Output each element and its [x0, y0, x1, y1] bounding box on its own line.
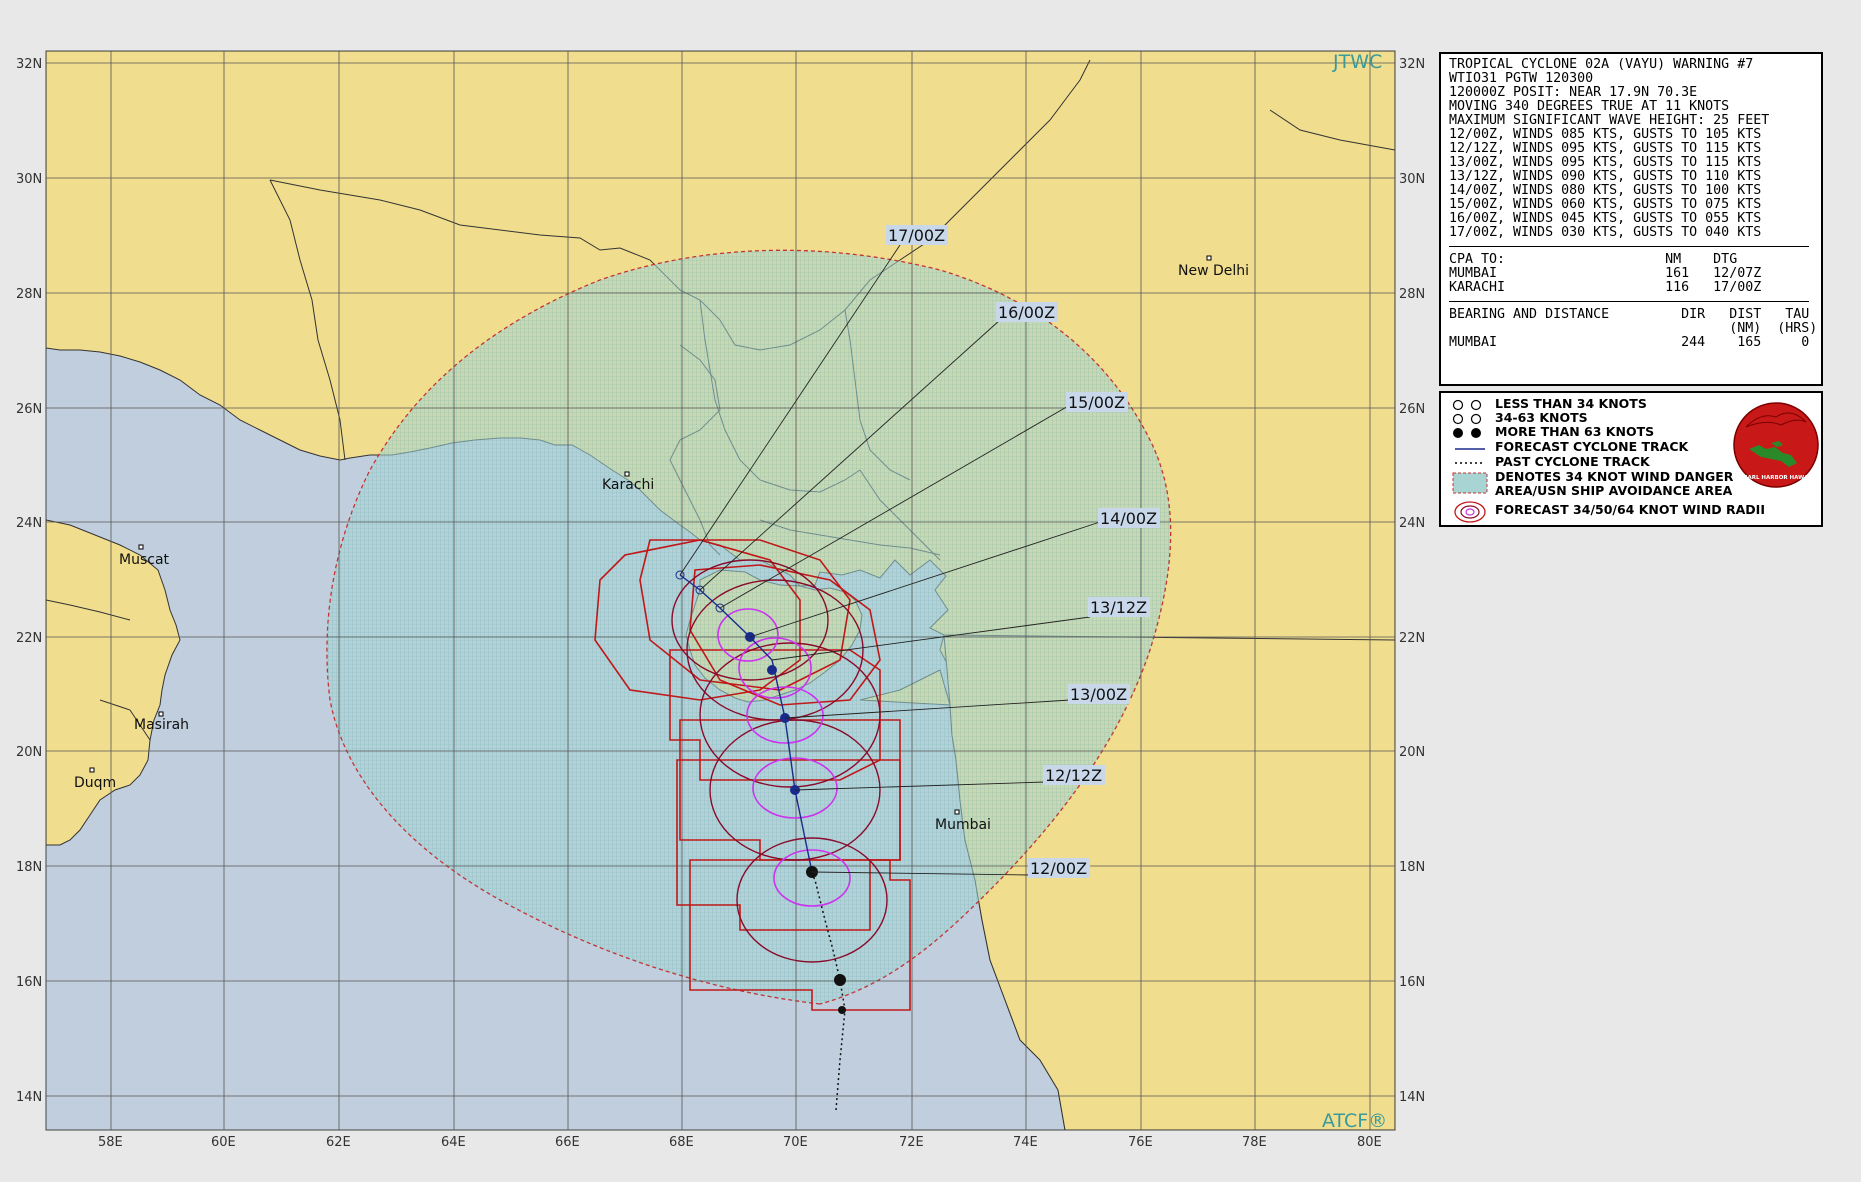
legend-item: PAST CYCLONE TRACK	[1495, 454, 1650, 469]
lat-label-right: 22N	[1399, 631, 1425, 646]
warning-line: 13/00Z, WINDS 095 KTS, GUSTS TO 115 KTS	[1449, 155, 1762, 170]
lat-label-right: 24N	[1399, 516, 1425, 531]
lat-label-left: 28N	[16, 287, 42, 302]
lat-label-left: 26N	[16, 402, 42, 417]
lon-label: 66E	[555, 1135, 580, 1150]
warning-info-panel: TROPICAL CYCLONE 02A (VAYU) WARNING #7 WT…	[1439, 52, 1823, 386]
legend-icons	[1452, 399, 1488, 523]
dtg-16-00z: 16/00Z	[998, 303, 1055, 322]
lon-label: 62E	[326, 1135, 351, 1150]
legend-item: MORE THAN 63 KNOTS	[1495, 424, 1655, 439]
dtg-13-00z: 13/00Z	[1070, 685, 1127, 704]
dtg-12-00z: 12/00Z	[1030, 859, 1087, 878]
lat-label-right: 28N	[1399, 287, 1425, 302]
lon-label: 80E	[1357, 1135, 1382, 1150]
lon-label: 60E	[211, 1135, 236, 1150]
legend-item: LESS THAN 34 KNOTS	[1495, 396, 1647, 411]
lat-label-left: 14N	[16, 1090, 42, 1105]
lat-label-right: 18N	[1399, 860, 1425, 875]
lat-label-right: 16N	[1399, 975, 1425, 990]
legend-item: 34-63 KNOTS	[1495, 410, 1588, 425]
lat-label-left: 22N	[16, 631, 42, 646]
legend-item: DENOTES 34 KNOT WIND DANGER	[1495, 469, 1734, 484]
lon-label: 68E	[669, 1135, 694, 1150]
34-63-icon	[1452, 413, 1464, 425]
warning-line: 16/00Z, WINDS 045 KTS, GUSTS TO 055 KTS	[1449, 211, 1762, 226]
warning-lines: TROPICAL CYCLONE 02A (VAYU) WARNING #7 WT…	[1449, 58, 1813, 240]
lat-label-left: 32N	[16, 57, 42, 72]
city-duqm: Duqm	[74, 775, 116, 791]
brand-jtwc: JTWC	[1332, 51, 1382, 73]
lat-label-left: 24N	[16, 516, 42, 531]
cpa-row: KARACHI 116 17/00Z	[1449, 280, 1762, 295]
lon-labels: 58E 60E 62E 64E 66E 68E 70E 72E 74E 76E 78E 80E	[98, 1135, 1382, 1150]
bearing-header: BEARING AND DISTANCE DIR DIST TAU	[1449, 307, 1810, 322]
lat-label-left: 20N	[16, 745, 42, 760]
dtg-13-12z: 13/12Z	[1090, 598, 1147, 617]
warning-line: MAXIMUM SIGNIFICANT WAVE HEIGHT: 25 FEET	[1449, 113, 1770, 128]
divider	[1449, 246, 1809, 247]
lon-label: 76E	[1128, 1135, 1153, 1150]
lon-label: 78E	[1242, 1135, 1267, 1150]
lon-label: 74E	[1013, 1135, 1038, 1150]
lat-label-left: 30N	[16, 172, 42, 187]
legend-item: FORECAST CYCLONE TRACK	[1495, 439, 1689, 454]
warning-line: 17/00Z, WINDS 030 KTS, GUSTS TO 040 KTS	[1449, 225, 1762, 240]
seal-subtext: PEARL HARBOR HAWAII	[1740, 475, 1813, 481]
bearing-row: MUMBAI 244 165 0	[1449, 335, 1810, 350]
warning-line: MOVING 340 DEGREES TRUE AT 11 KNOTS	[1449, 99, 1730, 114]
lat-label-right: 26N	[1399, 402, 1425, 417]
dtg-12-12z: 12/12Z	[1045, 766, 1102, 785]
lon-label: 72E	[899, 1135, 924, 1150]
dtg-17-00z: 17/00Z	[888, 226, 945, 245]
less-than-34-icon	[1452, 399, 1464, 411]
lat-label-right: 32N	[1399, 57, 1425, 72]
lat-label-right: 14N	[1399, 1090, 1425, 1105]
city-new-delhi: New Delhi	[1178, 263, 1249, 279]
warning-line: 120000Z POSIT: NEAR 17.9N 70.3E	[1449, 85, 1698, 100]
dtg-14-00z: 14/00Z	[1100, 509, 1157, 528]
brand-atcf: ATCF®	[1322, 1110, 1387, 1132]
city-karachi: Karachi	[602, 477, 654, 493]
legend-item: AREA/USN SHIP AVOIDANCE AREA	[1495, 483, 1733, 498]
wind-radii-icon	[1454, 501, 1486, 523]
bearing-units: (NM) (HRS)	[1449, 321, 1818, 336]
warning-line: TROPICAL CYCLONE 02A (VAYU) WARNING #7	[1449, 57, 1754, 72]
lat-label-left: 18N	[16, 860, 42, 875]
city-masirah: Masirah	[134, 717, 189, 733]
warning-line: 14/00Z, WINDS 080 KTS, GUSTS TO 100 KTS	[1449, 183, 1762, 198]
lon-label: 70E	[783, 1135, 808, 1150]
cpa-row: MUMBAI 161 12/07Z	[1449, 266, 1762, 281]
more-than-63-icon	[1453, 428, 1463, 438]
lon-label: 58E	[98, 1135, 123, 1150]
warning-line: 13/12Z, WINDS 090 KTS, GUSTS TO 110 KTS	[1449, 169, 1762, 184]
divider	[1449, 301, 1809, 302]
dtg-15-00z: 15/00Z	[1068, 393, 1125, 412]
warning-line: 15/00Z, WINDS 060 KTS, GUSTS TO 075 KTS	[1449, 197, 1762, 212]
city-muscat: Muscat	[119, 552, 170, 568]
lon-label: 64E	[441, 1135, 466, 1150]
warning-line: WTIO31 PGTW 120300	[1449, 71, 1594, 86]
cpa-header: CPA TO: NM DTG	[1449, 252, 1738, 267]
legend-item: FORECAST 34/50/64 KNOT WIND RADII	[1495, 502, 1765, 517]
jtwc-seal: PEARL HARBOR HAWAII	[1733, 402, 1819, 488]
legend-panel: LESS THAN 34 KNOTS 34-63 KNOTS MORE THAN…	[1439, 391, 1823, 527]
danger-area-icon	[1452, 472, 1488, 494]
warning-line: 12/12Z, WINDS 095 KTS, GUSTS TO 115 KTS	[1449, 141, 1762, 156]
lat-label-left: 16N	[16, 975, 42, 990]
warning-line: 12/00Z, WINDS 085 KTS, GUSTS TO 105 KTS	[1449, 127, 1762, 142]
city-mumbai: Mumbai	[935, 817, 991, 833]
lat-label-right: 20N	[1399, 745, 1425, 760]
lat-label-right: 30N	[1399, 172, 1425, 187]
